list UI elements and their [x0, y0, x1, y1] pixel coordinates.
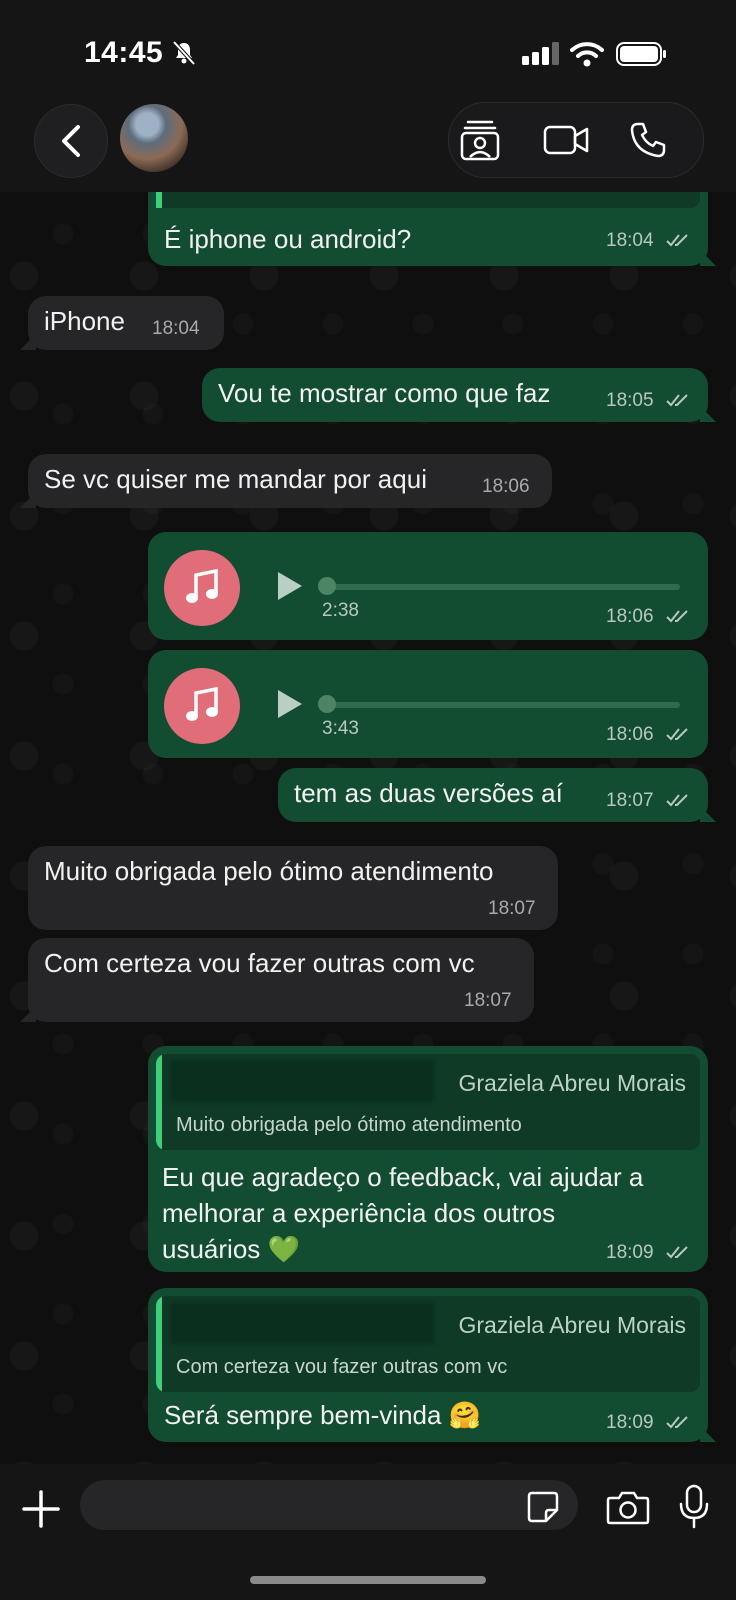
read-checkmarks-icon [666, 794, 688, 807]
message-time: 18:04 [152, 318, 200, 339]
message-text: Vou te mostrar como que faz [218, 378, 551, 408]
wifi-icon [570, 42, 604, 67]
music-note-icon [164, 668, 240, 744]
message-time: 18:06 [606, 724, 654, 745]
read-checkmarks-icon [666, 610, 688, 623]
message-incoming[interactable]: Se vc quiser me mandar por aqui 18:06 [28, 454, 552, 508]
message-text: Muito obrigada pelo ótimo atendimento [44, 856, 494, 886]
audio-message[interactable]: 2:38 18:06 [148, 532, 708, 640]
redacted-area [170, 1302, 434, 1344]
message-outgoing[interactable]: Vou te mostrar como que faz 18:05 [202, 368, 708, 422]
read-checkmarks-icon [666, 1246, 688, 1259]
play-button[interactable] [278, 690, 302, 718]
read-checkmarks-icon [666, 1416, 688, 1429]
message-time: 18:05 [606, 390, 654, 411]
contact-card-button[interactable] [457, 117, 503, 163]
video-call-button[interactable] [543, 117, 589, 163]
reply-quoted-text: Muito obrigada pelo ótimo atendimento [176, 1114, 522, 1136]
reply-quote-partial [156, 192, 700, 208]
contact-avatar[interactable] [120, 104, 188, 172]
read-checkmarks-icon [666, 394, 688, 407]
audio-progress-track[interactable] [324, 584, 680, 590]
message-text: Será sempre bem-vinda 🤗 [164, 1400, 482, 1430]
music-note-icon [164, 550, 240, 626]
message-text-line: usuários 💚 [162, 1234, 300, 1264]
reply-quoted-text: Com certeza vou fazer outras com vc [176, 1356, 508, 1378]
audio-message[interactable]: 3:43 18:06 [148, 650, 708, 758]
message-time: 18:09 [606, 1242, 654, 1263]
redacted-area [170, 1060, 434, 1102]
message-incoming[interactable]: Muito obrigada pelo ótimo atendimento 18… [28, 846, 558, 930]
plus-icon[interactable] [18, 1486, 64, 1532]
message-outgoing[interactable]: É iphone ou android? 18:04 [148, 192, 708, 266]
reply-quote[interactable]: Graziela Abreu Morais Com certeza vou fa… [156, 1296, 700, 1392]
audio-scrub-handle[interactable] [318, 695, 336, 713]
read-checkmarks-icon [666, 234, 688, 247]
cellular-signal-icon [522, 42, 559, 65]
home-indicator [250, 1576, 486, 1584]
message-time: 18:07 [488, 898, 536, 919]
message-list[interactable]: É iphone ou android? 18:04 iPhone 18:04 … [0, 192, 736, 1464]
battery-icon [616, 42, 666, 66]
microphone-icon[interactable] [676, 1484, 712, 1530]
phone-icon [630, 122, 666, 158]
message-input[interactable] [80, 1480, 578, 1530]
message-text: tem as duas versões aí [294, 778, 563, 808]
message-time: 18:07 [464, 990, 512, 1011]
header-actions [448, 102, 704, 178]
message-text: iPhone [44, 306, 125, 336]
reply-sender-name: Graziela Abreu Morais [458, 1312, 686, 1338]
reply-quote[interactable]: Graziela Abreu Morais Muito obrigada pel… [156, 1054, 700, 1150]
back-button[interactable] [34, 104, 108, 178]
chevron-left-icon [62, 125, 80, 157]
reply-sender-name: Graziela Abreu Morais [458, 1070, 686, 1096]
chat-header [0, 100, 736, 192]
audio-scrub-handle[interactable] [318, 577, 336, 595]
audio-duration: 3:43 [322, 718, 359, 739]
message-text-line: melhorar a experiência dos outros [162, 1198, 556, 1228]
voice-call-button[interactable] [625, 117, 671, 163]
message-time: 18:07 [606, 790, 654, 811]
video-camera-icon [543, 125, 589, 155]
message-time: 18:06 [606, 606, 654, 627]
status-time: 14:45 [84, 36, 164, 69]
reply-message[interactable]: Graziela Abreu Morais Muito obrigada pel… [148, 1046, 708, 1272]
message-text-line: Eu que agradeço o feedback, vai ajudar a [162, 1162, 644, 1192]
play-button[interactable] [278, 572, 302, 600]
message-time: 18:06 [482, 476, 530, 497]
message-incoming[interactable]: Com certeza vou fazer outras com vc 18:0… [28, 938, 534, 1022]
audio-progress-track[interactable] [324, 702, 680, 708]
silent-bell-icon [172, 40, 196, 66]
composer-bar [0, 1464, 736, 1600]
message-text: É iphone ou android? [164, 224, 412, 254]
audio-duration: 2:38 [322, 600, 359, 621]
camera-icon[interactable] [606, 1488, 650, 1526]
message-time: 18:09 [606, 1412, 654, 1433]
read-checkmarks-icon [666, 728, 688, 741]
reply-message[interactable]: Graziela Abreu Morais Com certeza vou fa… [148, 1288, 708, 1442]
message-time: 18:04 [606, 230, 654, 251]
message-incoming[interactable]: iPhone 18:04 [28, 296, 224, 350]
message-text: Com certeza vou fazer outras com vc [44, 948, 475, 978]
contact-card-icon [460, 120, 500, 161]
sticker-icon[interactable] [526, 1490, 560, 1524]
message-outgoing[interactable]: tem as duas versões aí 18:07 [278, 768, 708, 822]
message-text: Se vc quiser me mandar por aqui [44, 464, 427, 494]
status-bar: 14:45 [0, 0, 736, 100]
